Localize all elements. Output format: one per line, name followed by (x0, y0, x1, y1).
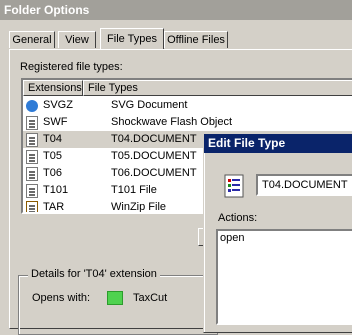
list-item-extension: SWF (43, 116, 68, 128)
details-legend: Details for 'T04' extension (28, 268, 160, 280)
document-icon (26, 150, 38, 164)
registered-file-types-label: Registered file types: (20, 61, 123, 73)
column-header-extensions[interactable]: Extensions (23, 80, 83, 96)
document-icon (26, 133, 38, 147)
list-item-file-type: T05.DOCUMENT (111, 150, 197, 162)
opens-with-label: Opens with: (32, 292, 91, 304)
tab-view[interactable]: View (58, 31, 96, 48)
list-item-file-type: T101 File (111, 184, 157, 196)
list-item-extension: T04 (43, 133, 62, 145)
winzip-icon (26, 201, 38, 212)
document-icon (26, 116, 38, 130)
list-item-extension: T05 (43, 150, 62, 162)
list-item-extension: T101 (43, 184, 69, 196)
actions-label: Actions: (218, 212, 258, 224)
opens-with-app-name: TaxCut (133, 292, 168, 304)
window-title: Folder Options (0, 0, 352, 20)
ie-document-icon (26, 99, 38, 113)
action-item-open[interactable]: open (220, 232, 244, 244)
details-groupbox (18, 275, 218, 335)
column-header-file-types[interactable]: File Types (83, 80, 352, 96)
edit-file-type-title: Edit File Type (204, 134, 352, 153)
file-type-name-field[interactable]: T04.DOCUMENT (256, 174, 352, 196)
list-item-file-type: WinZip File (111, 201, 167, 213)
list-header: Extensions File Types (23, 80, 352, 96)
actions-list[interactable]: open (216, 229, 352, 325)
document-icon (26, 184, 38, 198)
tab-general[interactable]: General (9, 31, 55, 48)
list-item-file-type: T06.DOCUMENT (111, 167, 197, 179)
list-item[interactable]: SWF Shockwave Flash Object (23, 114, 352, 131)
list-item-file-type: Shockwave Flash Object (111, 116, 233, 128)
document-icon (26, 167, 38, 181)
list-item-extension: SVGZ (43, 99, 73, 111)
tab-offline-files[interactable]: Offline Files (164, 31, 228, 48)
list-item-file-type: SVG Document (111, 99, 188, 111)
list-item-extension: T06 (43, 167, 62, 179)
taxcut-app-icon (107, 291, 123, 305)
list-item-extension: TAR (43, 201, 65, 213)
list-item-file-type: T04.DOCUMENT (111, 133, 197, 145)
list-item[interactable]: SVGZ SVG Document (23, 97, 352, 114)
tab-file-types[interactable]: File Types (100, 28, 164, 49)
file-type-icon[interactable] (222, 174, 246, 198)
